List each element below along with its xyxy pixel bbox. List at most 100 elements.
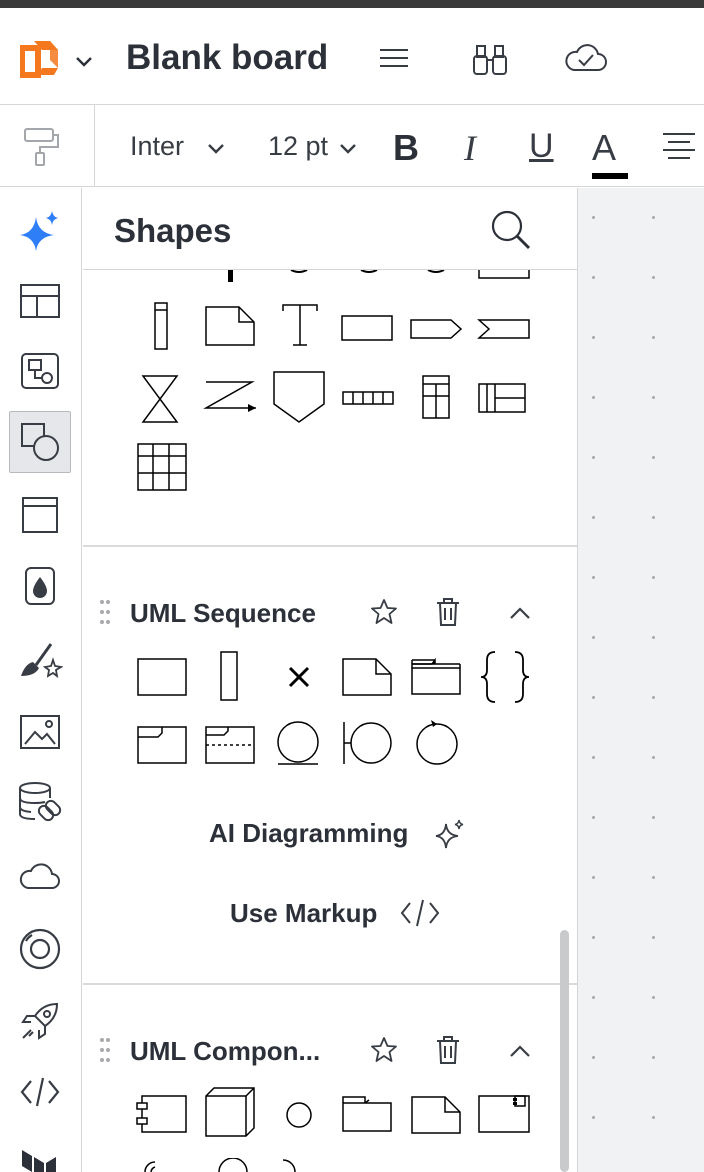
section-title-uml-component[interactable]: UML Compon...	[130, 1036, 320, 1067]
ai-diagramming-link[interactable]: AI Diagramming	[209, 818, 408, 849]
font-size-select[interactable]: 12 pt	[268, 131, 328, 162]
canvas-grid-dot	[592, 456, 595, 459]
diagram-icon[interactable]	[9, 340, 71, 402]
search-icon[interactable]	[489, 209, 533, 251]
terraform-icon[interactable]	[20, 1148, 60, 1172]
canvas-grid-dot	[652, 696, 655, 699]
window-top-strip	[0, 0, 704, 8]
cloud-check-icon[interactable]	[564, 42, 607, 76]
shape-hourglass[interactable]	[139, 374, 181, 424]
shape-uml-activation[interactable]	[217, 650, 241, 702]
shape-z-arrow[interactable]	[202, 378, 260, 418]
star-icon[interactable]	[370, 598, 398, 626]
canvas-grid-dot	[652, 216, 655, 219]
canvas-grid-dot	[652, 336, 655, 339]
shape-uml-entity[interactable]	[275, 720, 321, 768]
brush-icon[interactable]	[9, 628, 71, 690]
shape-uml-braces[interactable]	[479, 650, 531, 704]
font-family-select[interactable]: Inter	[130, 131, 184, 162]
text-color-label: A	[592, 127, 617, 168]
align-icon[interactable]	[662, 131, 696, 161]
ai-sparkle-icon[interactable]	[9, 200, 71, 262]
shape-chevron[interactable]	[477, 318, 531, 340]
italic-button[interactable]: I	[464, 127, 476, 169]
image-icon[interactable]	[9, 701, 71, 763]
frame-icon[interactable]	[9, 484, 71, 546]
canvas-grid-dot	[592, 216, 595, 219]
hamburger-menu-icon[interactable]	[378, 42, 412, 76]
shape-note[interactable]	[204, 305, 256, 347]
data-linking-icon[interactable]	[9, 772, 71, 834]
shape-uml-component[interactable]	[134, 1094, 190, 1134]
code-markup-icon[interactable]	[399, 898, 441, 928]
integration-icon[interactable]	[9, 918, 71, 980]
shape-uml-note[interactable]	[341, 657, 393, 697]
rocket-icon[interactable]	[9, 990, 71, 1052]
canvas-grid-dot	[592, 1116, 595, 1119]
shape-grid-table[interactable]	[136, 442, 188, 492]
shapes-panel-header: Shapes	[83, 188, 577, 270]
shape-uml-object[interactable]	[136, 657, 188, 697]
shape-uml-interface[interactable]	[285, 1101, 313, 1129]
shape-tall-rectangle[interactable]	[135, 301, 185, 353]
shape-pentagon-arrow[interactable]	[409, 318, 463, 340]
shape-uml-boundary[interactable]	[341, 720, 393, 768]
section-divider	[83, 983, 577, 985]
canvas-grid-dot	[592, 876, 595, 879]
canvas-grid-dot	[592, 396, 595, 399]
trash-icon[interactable]	[435, 597, 461, 627]
drag-handle-icon[interactable]	[99, 1037, 111, 1063]
text-color-button[interactable]: A	[592, 127, 628, 179]
format-painter-icon[interactable]	[22, 125, 62, 169]
templates-icon[interactable]	[9, 270, 71, 332]
sparkle-icon[interactable]	[434, 818, 466, 850]
color-fill-icon[interactable]	[9, 555, 71, 617]
shapes-icon[interactable]	[9, 411, 71, 473]
panel-scrollbar[interactable]	[560, 930, 569, 1172]
board-title[interactable]: Blank board	[126, 38, 328, 78]
shapes-panel: Shapes UML Sequence AI Diagramming Use M…	[83, 188, 577, 1172]
canvas-grid-dot	[592, 756, 595, 759]
shape-rectangle[interactable]	[340, 314, 394, 342]
section-title-uml-sequence[interactable]: UML Sequence	[130, 598, 316, 629]
canvas-grid-dot	[592, 576, 595, 579]
shape-table-column[interactable]	[421, 374, 451, 420]
chevron-down-icon[interactable]	[75, 56, 93, 68]
canvas-grid-dot	[652, 456, 655, 459]
use-markup-link[interactable]: Use Markup	[230, 898, 377, 929]
canvas-grid-dot	[652, 936, 655, 939]
canvas-grid-dot	[592, 636, 595, 639]
text-color-swatch	[592, 173, 628, 179]
drag-handle-icon[interactable]	[99, 599, 111, 625]
bold-button[interactable]: B	[393, 127, 419, 169]
shape-uml-control[interactable]	[414, 717, 460, 767]
shape-uml-artifact[interactable]	[410, 1095, 462, 1135]
canvas-grid-dot	[592, 816, 595, 819]
font-family-chevron-icon[interactable]	[207, 143, 225, 155]
star-icon[interactable]	[370, 1036, 398, 1064]
lucid-logo-icon[interactable]	[20, 38, 60, 78]
underline-button[interactable]: U	[529, 127, 554, 166]
trash-icon[interactable]	[435, 1035, 461, 1065]
shape-shield[interactable]	[272, 370, 326, 426]
shape-uml-destroy[interactable]	[287, 665, 311, 689]
shape-segmented-bar[interactable]	[341, 390, 395, 406]
shape-uml-frame[interactable]	[136, 725, 188, 765]
shape-text[interactable]	[279, 303, 321, 347]
binoculars-icon[interactable]	[471, 42, 507, 76]
canvas-grid-dot	[652, 516, 655, 519]
shape-uml-component-box[interactable]	[477, 1094, 531, 1134]
canvas-grid-dot	[592, 1056, 595, 1059]
shape-table-row[interactable]	[477, 382, 527, 414]
shape-uml-alt-frame[interactable]	[204, 725, 256, 765]
shape-uml-package-2[interactable]	[341, 1095, 393, 1133]
code-icon[interactable]	[9, 1061, 71, 1123]
font-size-chevron-icon[interactable]	[339, 143, 357, 155]
chevron-up-icon[interactable]	[509, 606, 531, 620]
text-toolbar: Inter 12 pt B I U A	[0, 105, 704, 187]
shape-uml-package[interactable]	[410, 658, 462, 696]
cloud-icon[interactable]	[9, 846, 71, 908]
chevron-up-icon[interactable]	[509, 1044, 531, 1058]
canvas-area[interactable]	[577, 188, 704, 1172]
shape-uml-node[interactable]	[204, 1086, 256, 1140]
